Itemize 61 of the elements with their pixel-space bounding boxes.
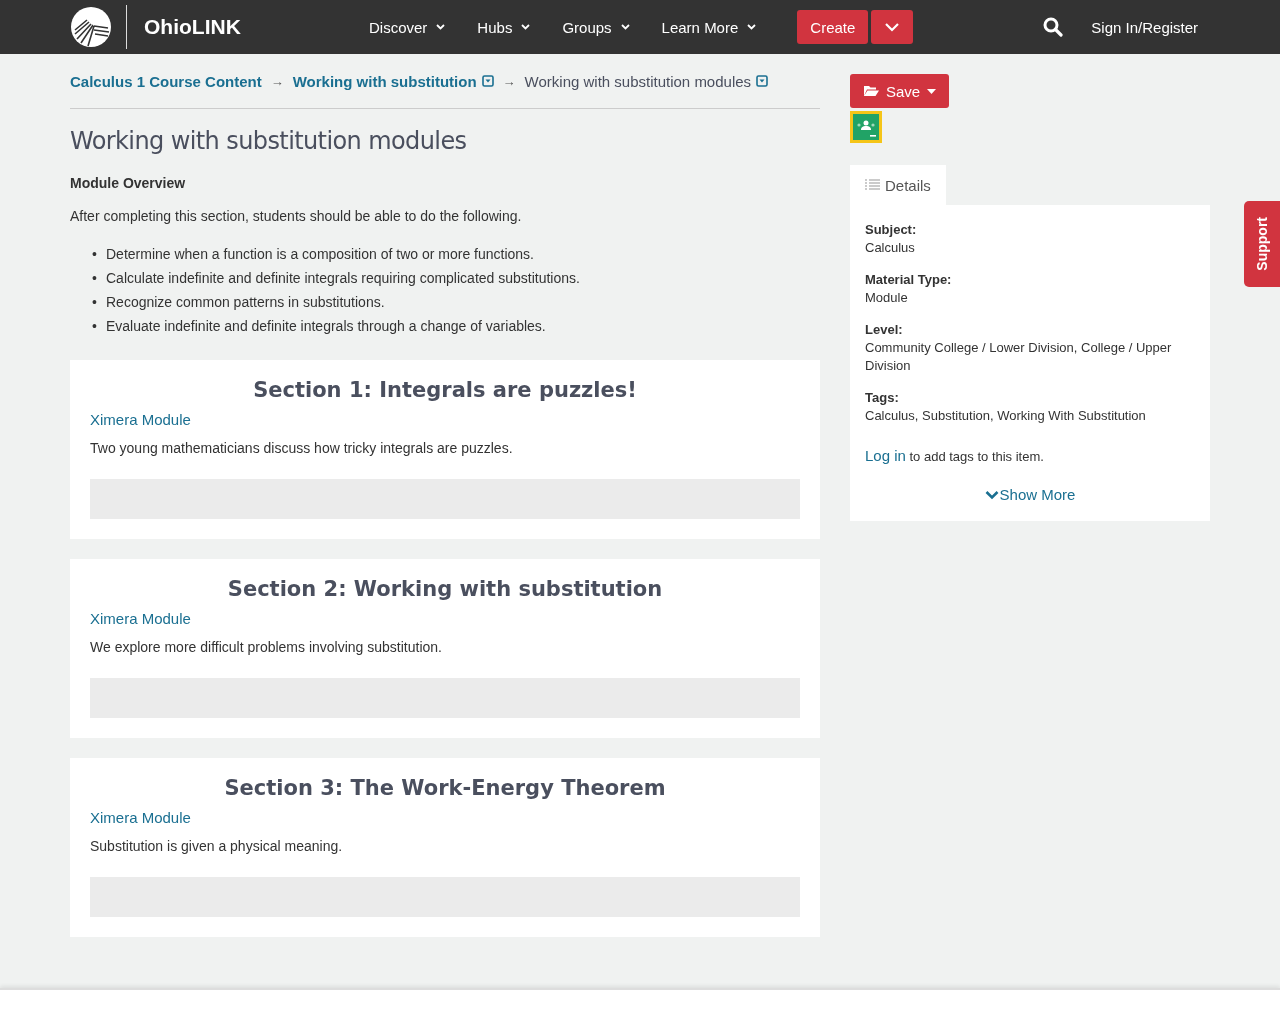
page-title: Working with substitution modules [70, 127, 468, 155]
module-link[interactable]: Ximera Module [90, 610, 191, 627]
objective-item: Calculate indefinite and definite integrals requiring complicated substitutions. [106, 269, 580, 288]
section-title: Section 1: Integrals are puzzles! [252, 378, 638, 402]
section-description: Substitution is given a physical meaning. [90, 838, 344, 854]
brand-name[interactable]: OhioLINK [144, 15, 241, 39]
field-value: Module [865, 289, 909, 307]
support-tab[interactable]: Support [1244, 201, 1280, 287]
create-button[interactable]: Create [797, 10, 869, 44]
nav-menu-item[interactable]: Learn More [661, 18, 757, 36]
classroom-icon[interactable] [850, 111, 882, 143]
breadcrumb-link[interactable]: Calculus 1 Course Content [70, 72, 262, 90]
save-button[interactable]: Save [850, 74, 950, 108]
chevron-down-icon [436, 24, 446, 30]
login-link[interactable]: Log in [865, 447, 906, 464]
field-label: Tags: [865, 389, 900, 407]
field-value: Calculus [865, 239, 916, 257]
chevron-down-icon [521, 24, 531, 30]
nav-menu-item[interactable]: Groups [562, 18, 630, 36]
chevron-down-icon [747, 24, 757, 30]
logo-icon[interactable] [70, 6, 112, 48]
intro-text: After completing this section, students should be able to do the following. [70, 208, 523, 224]
breadcrumb-separator: → [502, 73, 516, 89]
chevron-down-icon [984, 489, 999, 500]
bullet: • [92, 245, 98, 264]
search-icon[interactable] [1043, 17, 1064, 37]
nav-menu-item[interactable]: Discover [369, 18, 446, 36]
chevron-down-icon [884, 22, 901, 32]
create-dropdown-button[interactable] [871, 10, 914, 44]
bullet: • [92, 317, 98, 336]
section-description: We explore more difficult problems involving substitution. [90, 639, 443, 655]
section-title: Section 2: Working with substitution [226, 577, 664, 601]
login-prompt: Log in to add tags to this item. [865, 447, 1045, 464]
module-link[interactable]: Ximera Module [90, 809, 191, 826]
breadcrumb-separator: → [270, 73, 284, 89]
overview-heading: Module Overview [70, 175, 187, 191]
sign-in-link[interactable]: Sign In/Register [1091, 18, 1199, 36]
list-icon [865, 179, 880, 191]
caret-down-icon [927, 88, 937, 94]
breadcrumb-link[interactable]: Working with substitution [292, 72, 477, 90]
section-title: Section 3: The Work-Energy Theorem [223, 776, 667, 800]
objective-item: Evaluate indefinite and definite integrals through a change of variables. [106, 317, 546, 336]
section-description: Two young mathematicians discuss how tricky integrals are puzzles. [90, 440, 514, 456]
details-tab[interactable]: Details [850, 165, 946, 205]
field-label: Material Type: [865, 271, 953, 289]
objective-item: Determine when a function is a composition of two or more functions. [106, 245, 534, 264]
dropdown-icon[interactable] [756, 75, 769, 87]
field-label: Level: [865, 321, 904, 339]
objective-item: Recognize common patterns in substitutions. [106, 293, 385, 312]
nav-menu-item[interactable]: Hubs [477, 18, 531, 36]
dropdown-icon[interactable] [481, 75, 494, 87]
folder-icon [863, 85, 879, 97]
bullet: • [92, 269, 98, 288]
show-more-link[interactable]: Show More [984, 486, 1076, 503]
breadcrumb-link[interactable]: Working with substitution modules [524, 72, 752, 90]
field-value: Community College / Lower Division, College / Upper Division [865, 339, 1173, 375]
chevron-down-icon [620, 24, 630, 30]
field-value: Calculus, Substitution, Working With Substitution [865, 407, 1147, 425]
bullet: • [92, 293, 98, 312]
module-link[interactable]: Ximera Module [90, 411, 191, 428]
field-label: Subject: [865, 221, 918, 239]
